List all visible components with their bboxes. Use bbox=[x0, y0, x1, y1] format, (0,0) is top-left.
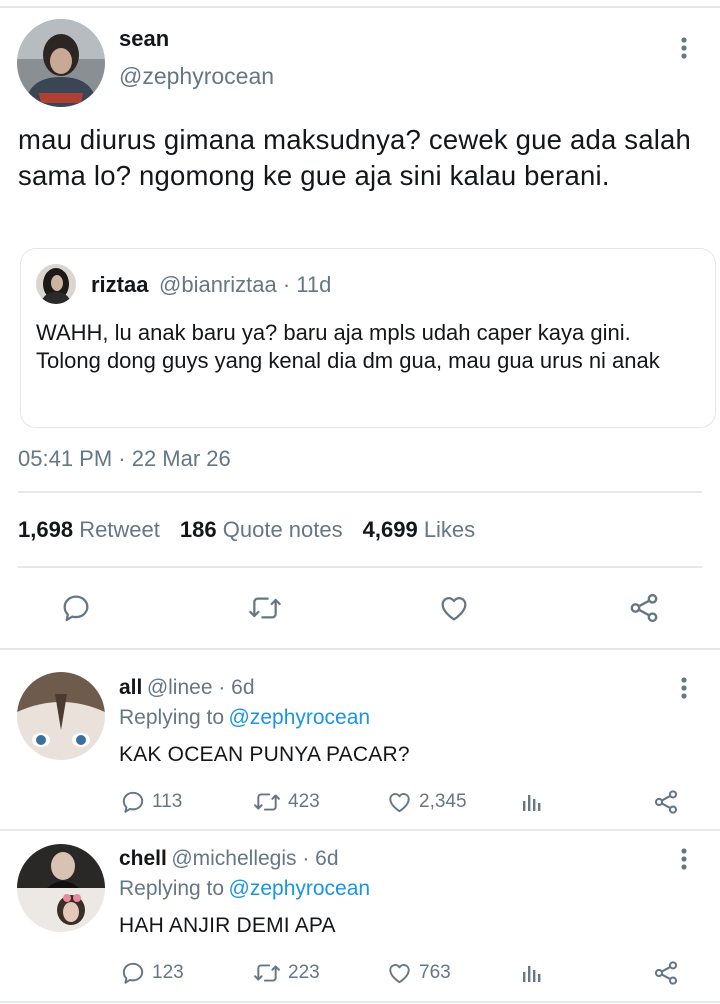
reply-icon bbox=[63, 595, 89, 622]
tweet-text: mau diurus gimana maksudnya? cewek gue a… bbox=[18, 124, 692, 191]
reply-icon bbox=[122, 791, 144, 813]
more-vertical-icon bbox=[681, 677, 687, 699]
analytics-button[interactable] bbox=[520, 961, 544, 985]
reply-icon bbox=[122, 962, 144, 984]
like-icon bbox=[441, 597, 467, 621]
retweet-count: 1,698 bbox=[18, 517, 74, 542]
reply-avatar[interactable] bbox=[17, 844, 105, 932]
replying-to-label: Replying to bbox=[119, 706, 225, 729]
quote-count: 186 bbox=[179, 517, 217, 542]
reply-meta[interactable]: @linee · 6d bbox=[147, 676, 255, 699]
reply-text: KAK OCEAN PUNYA PACAR? bbox=[119, 743, 410, 766]
retweet-icon bbox=[254, 964, 280, 982]
more-vertical-icon bbox=[681, 37, 687, 59]
reply-more-button[interactable] bbox=[672, 674, 696, 702]
reply-author-name[interactable]: all bbox=[119, 676, 142, 699]
quote-label: Quote notes bbox=[222, 517, 343, 542]
tweet-timestamp: 05:41 PM · 22 Mar 26 bbox=[18, 446, 231, 471]
like-count: 763 bbox=[419, 962, 451, 983]
like-icon bbox=[389, 964, 410, 984]
reply-header: chell @michellegis · 6d bbox=[119, 847, 339, 871]
divider bbox=[18, 491, 702, 493]
reply-count: 123 bbox=[152, 962, 184, 983]
like-label: Likes bbox=[423, 517, 476, 542]
divider bbox=[0, 648, 720, 650]
retweet-stat[interactable]: 1,698 Retweet bbox=[18, 517, 160, 543]
reply-meta[interactable]: @michellegis · 6d bbox=[171, 847, 338, 870]
like-count: 4,699 bbox=[362, 517, 418, 542]
reply-text: HAH ANJIR DEMI APA bbox=[119, 914, 336, 937]
reply-more-button[interactable] bbox=[672, 845, 696, 873]
quoted-author-name: riztaa bbox=[91, 272, 149, 297]
author-avatar[interactable] bbox=[17, 19, 105, 107]
like-stat[interactable]: 4,699 Likes bbox=[363, 517, 476, 543]
reply-avatar[interactable] bbox=[17, 672, 105, 760]
reply-count: 113 bbox=[152, 791, 183, 812]
like-count: 2,345 bbox=[419, 791, 467, 812]
quoted-meta: @bianriztaa · 11d bbox=[159, 272, 332, 297]
author-handle[interactable]: @zephyrocean bbox=[119, 63, 274, 90]
tweet-stats: 1,698 Retweet 186 Quote notes 4,699 Like… bbox=[18, 517, 475, 543]
divider bbox=[0, 829, 720, 831]
more-options-button[interactable] bbox=[672, 34, 696, 62]
retweet-button[interactable] bbox=[244, 588, 286, 628]
replying-to-label: Replying to bbox=[119, 877, 225, 900]
reply-author-name[interactable]: chell bbox=[119, 847, 167, 870]
quoted-avatar bbox=[36, 264, 76, 304]
share-icon bbox=[630, 593, 658, 623]
reply-like-button[interactable]: 763 bbox=[386, 960, 451, 986]
share-icon bbox=[654, 790, 678, 814]
retweet-icon bbox=[249, 597, 281, 619]
quote-stat[interactable]: 186 Quote notes bbox=[180, 517, 343, 543]
retweet-count: 223 bbox=[288, 962, 320, 983]
reply-reply-button[interactable]: 113 bbox=[120, 789, 182, 815]
reply-retweet-button[interactable]: 423 bbox=[252, 789, 320, 815]
analytics-icon bbox=[523, 966, 541, 982]
analytics-icon bbox=[523, 795, 541, 811]
replying-to: Replying to @zephyrocean bbox=[119, 877, 370, 901]
analytics-button[interactable] bbox=[520, 790, 544, 814]
retweet-count: 423 bbox=[288, 791, 320, 812]
top-divider bbox=[0, 6, 720, 8]
author-name[interactable]: sean bbox=[119, 26, 169, 52]
replying-to-handle[interactable]: @zephyrocean bbox=[229, 706, 371, 729]
like-button[interactable] bbox=[434, 588, 474, 628]
like-icon bbox=[389, 793, 410, 813]
replying-to-handle[interactable]: @zephyrocean bbox=[229, 877, 371, 900]
divider bbox=[18, 566, 702, 568]
replying-to: Replying to @zephyrocean bbox=[119, 706, 370, 730]
reply-share-button[interactable] bbox=[652, 788, 680, 816]
reply-share-button[interactable] bbox=[652, 959, 680, 987]
reply-retweet-button[interactable]: 223 bbox=[252, 960, 320, 986]
share-button[interactable] bbox=[624, 588, 664, 628]
reply-like-button[interactable]: 2,345 bbox=[386, 789, 467, 815]
more-vertical-icon bbox=[681, 848, 687, 870]
reply-reply-button[interactable]: 123 bbox=[120, 960, 184, 986]
quoted-tweet[interactable]: riztaa @bianriztaa · 11d WAHH, lu anak b… bbox=[20, 248, 716, 428]
reply-header: all @linee · 6d bbox=[119, 676, 255, 700]
retweet-label: Retweet bbox=[79, 517, 160, 542]
retweet-icon bbox=[254, 793, 280, 811]
reply-button[interactable] bbox=[56, 588, 96, 628]
quoted-text: WAHH, lu anak baru ya? baru aja mpls uda… bbox=[36, 320, 660, 373]
share-icon bbox=[654, 961, 678, 985]
divider bbox=[0, 1001, 720, 1003]
